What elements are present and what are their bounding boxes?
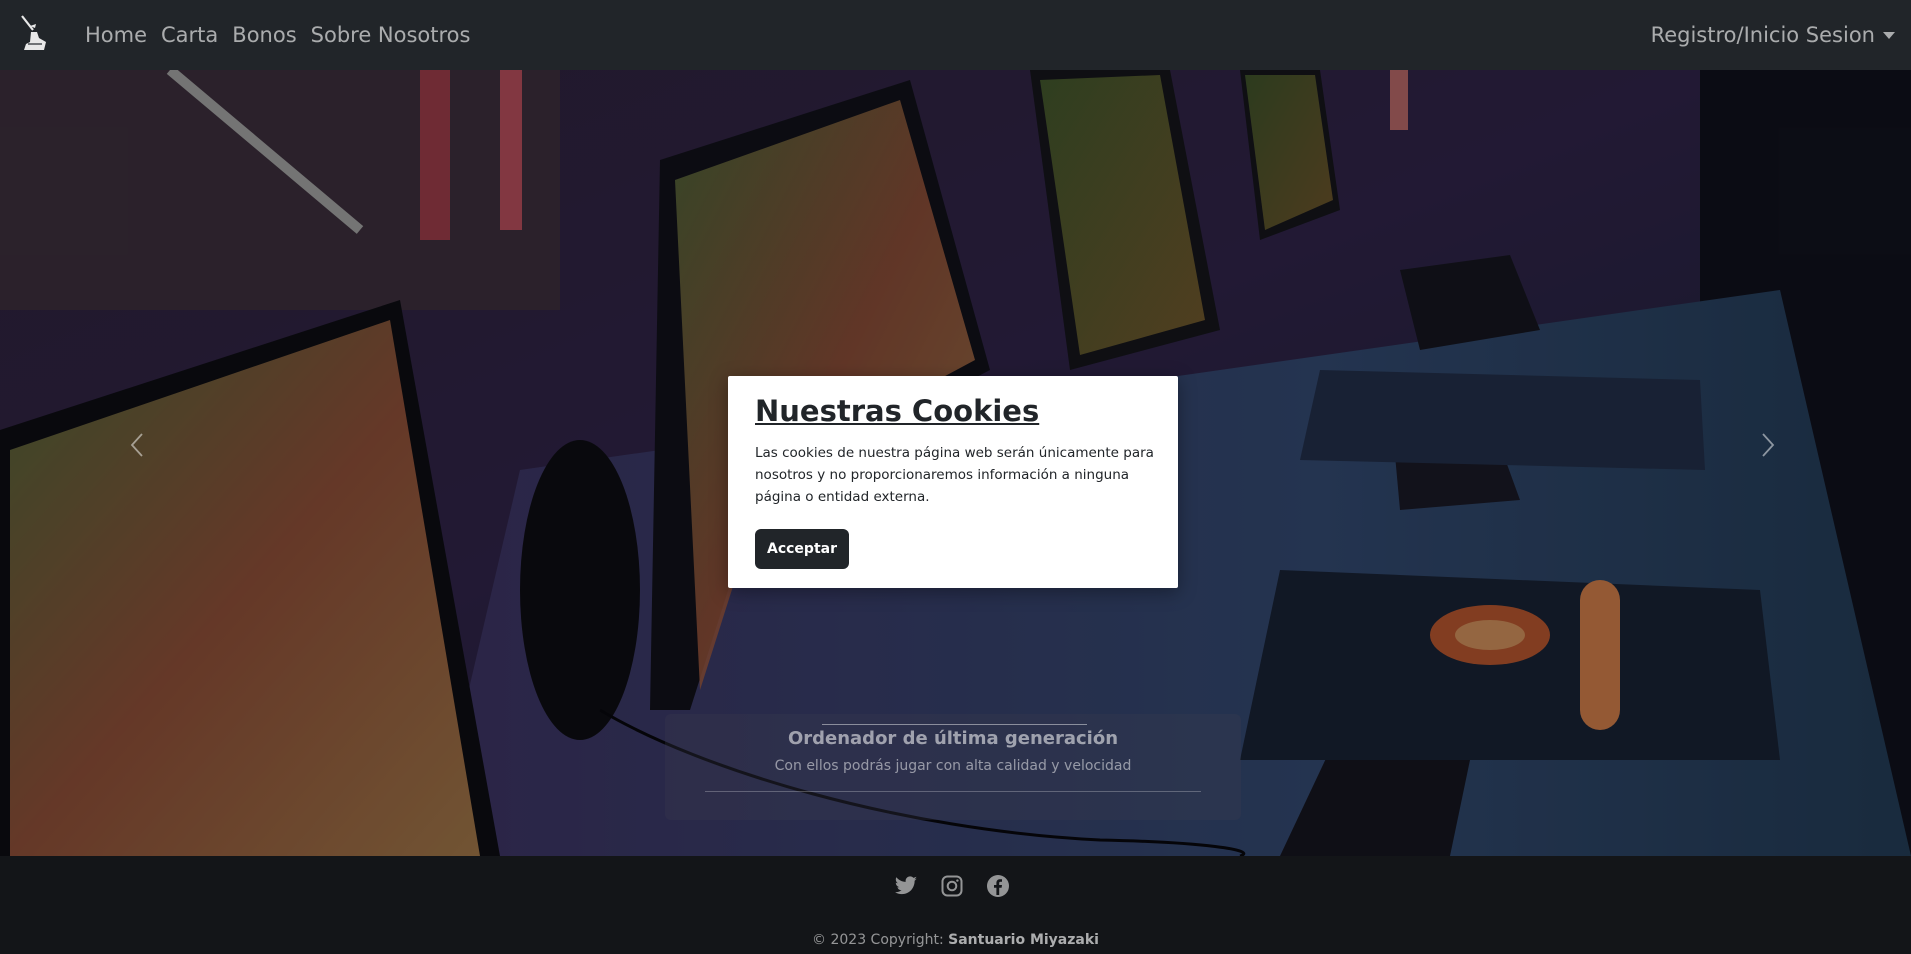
account-dropdown[interactable]: Registro/Inicio Sesion <box>1651 0 1895 70</box>
nav-link-sobre-nosotros[interactable]: Sobre Nosotros <box>304 23 478 47</box>
cookie-modal-title: Nuestras Cookies <box>755 394 1040 428</box>
copyright-owner: Santuario Miyazaki <box>948 932 1099 948</box>
caption-divider-top <box>822 724 1087 725</box>
caption-divider-bottom <box>705 791 1201 792</box>
copyright-prefix: © 2023 Copyright: <box>812 932 944 948</box>
nav-links: Home Carta Bonos Sobre Nosotros <box>78 0 477 70</box>
nav-link-carta[interactable]: Carta <box>154 23 225 47</box>
page-footer: © 2023 Copyright: Santuario Miyazaki <box>0 856 1911 954</box>
accept-cookies-button[interactable]: Acceptar <box>755 529 849 569</box>
top-navbar: Home Carta Bonos Sobre Nosotros Registro… <box>0 0 1911 70</box>
carousel-next-button[interactable] <box>1753 420 1783 470</box>
carousel-caption: Ordenador de última generación Con ellos… <box>665 714 1241 820</box>
carousel-prev-button[interactable] <box>122 420 152 470</box>
brand-logo-icon[interactable] <box>18 12 50 56</box>
social-links <box>894 874 1010 898</box>
caption-text: Con ellos podrás jugar con alta calidad … <box>774 758 1132 774</box>
chevron-left-icon <box>130 433 143 457</box>
caret-down-icon <box>1883 31 1895 39</box>
chevron-right-icon <box>1762 433 1775 457</box>
copyright-text: © 2023 Copyright: Santuario Miyazaki <box>0 932 1911 948</box>
caption-title: Ordenador de última generación <box>787 728 1119 749</box>
instagram-icon[interactable] <box>940 874 964 898</box>
nav-link-home[interactable]: Home <box>78 23 154 47</box>
nav-link-bonos[interactable]: Bonos <box>225 23 303 47</box>
account-dropdown-toggle[interactable]: Registro/Inicio Sesion <box>1651 23 1879 47</box>
cookie-modal-text: Las cookies de nuestra página web serán … <box>755 445 1154 505</box>
facebook-icon[interactable] <box>986 874 1010 898</box>
cookie-consent-modal: Nuestras Cookies Las cookies de nuestra … <box>728 376 1178 588</box>
twitter-icon[interactable] <box>894 874 918 898</box>
